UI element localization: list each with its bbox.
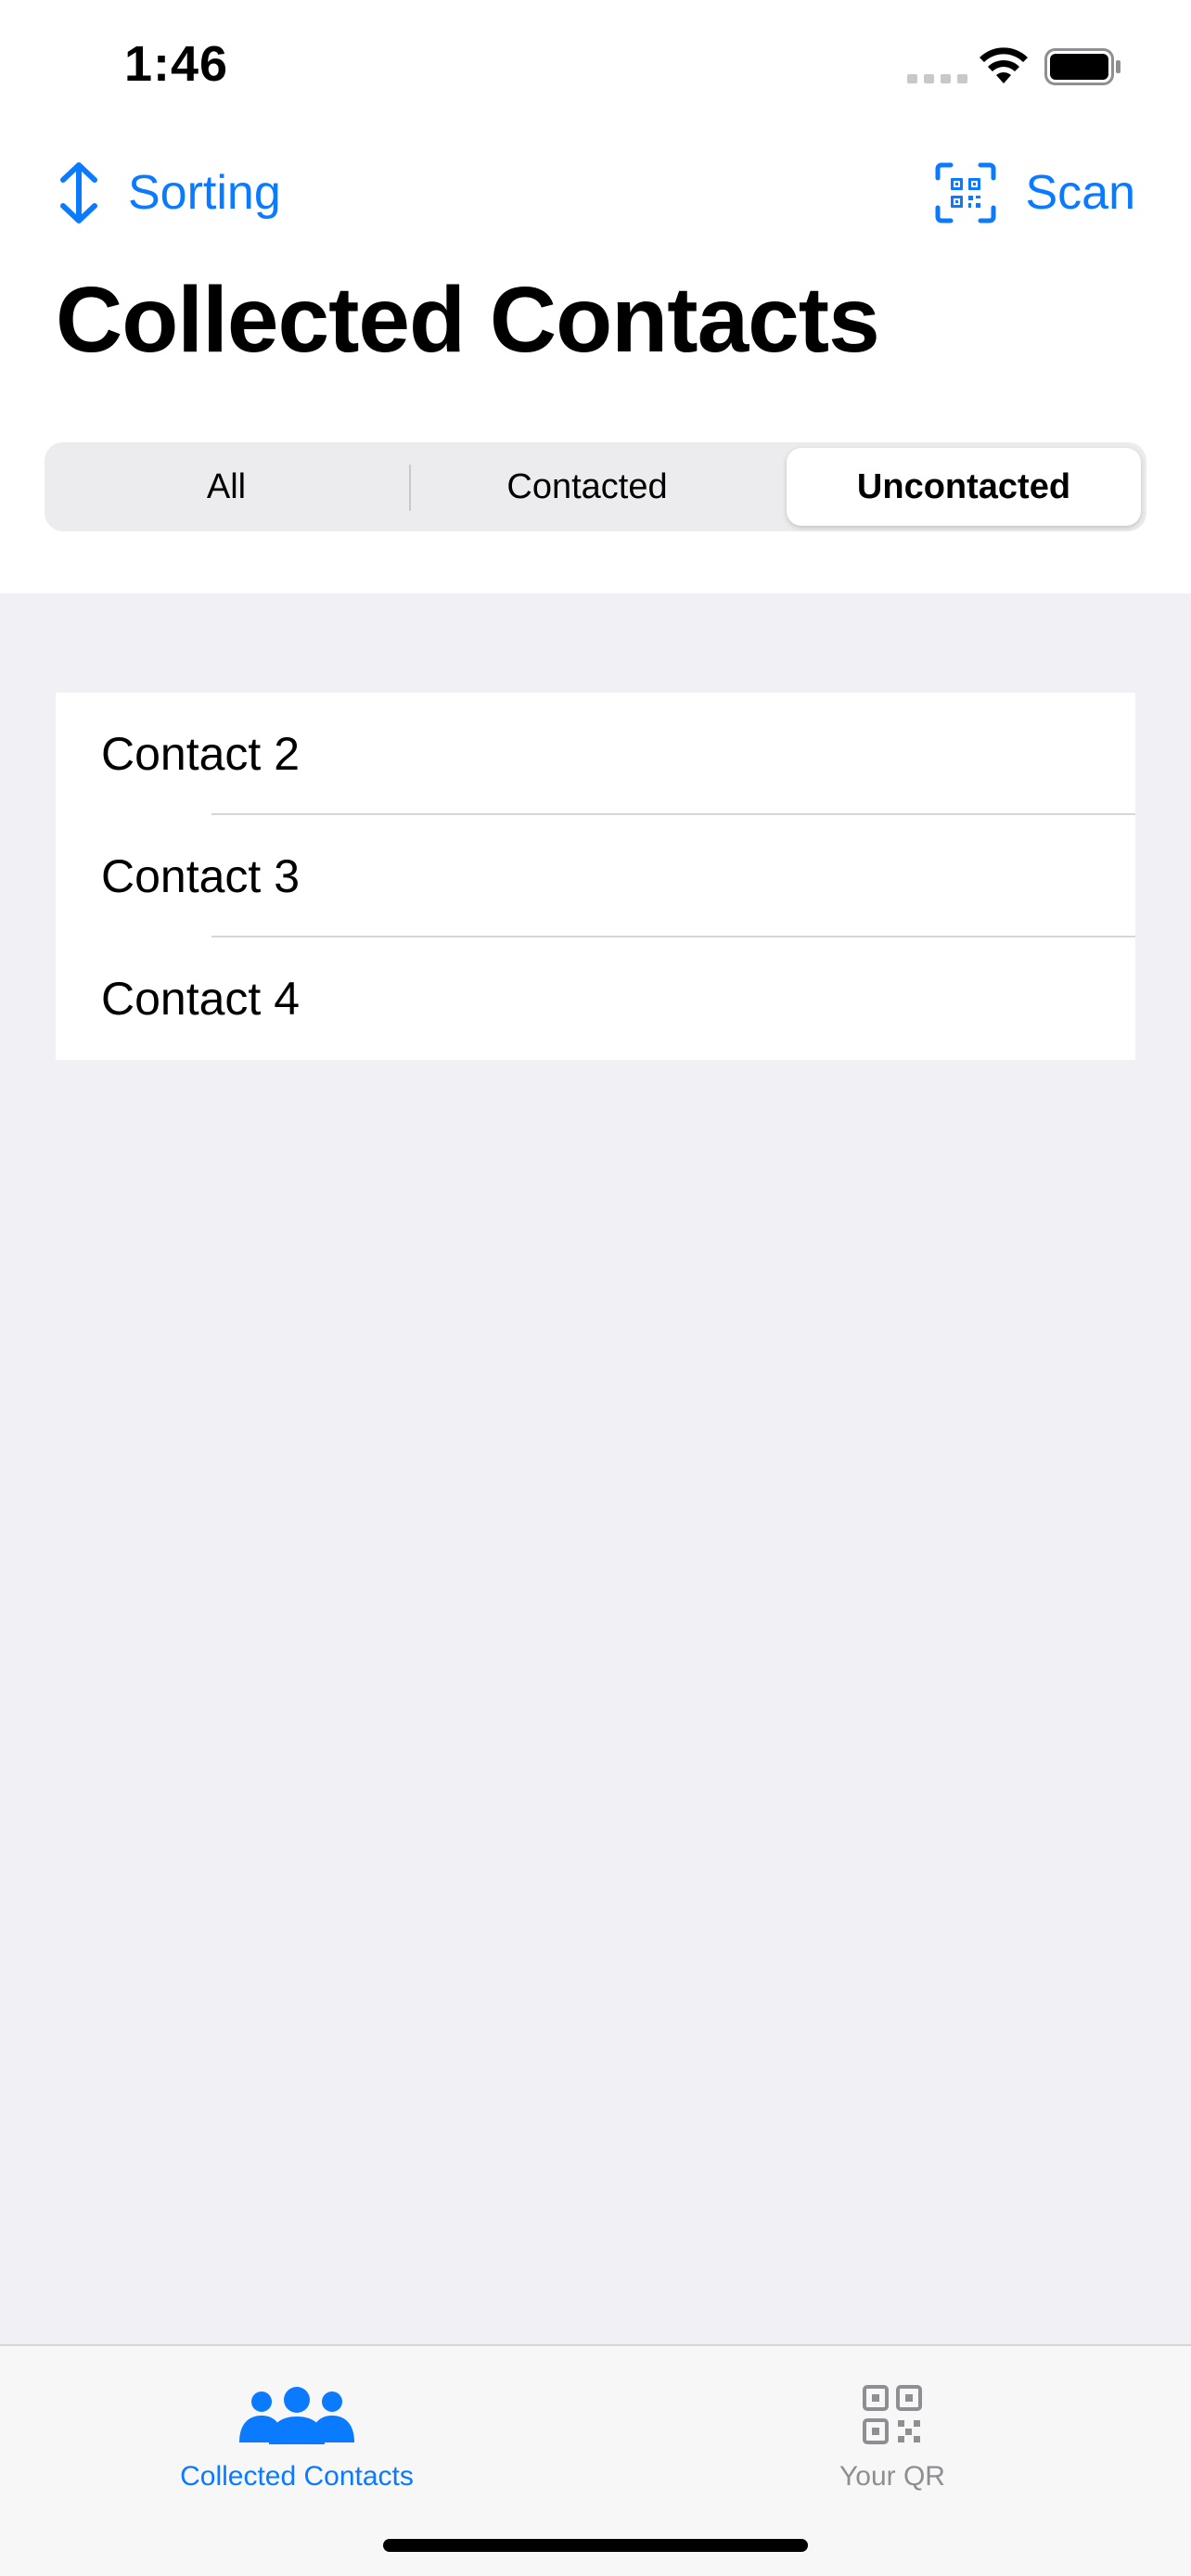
battery-icon bbox=[1044, 48, 1121, 85]
page-title: Collected Contacts bbox=[56, 268, 880, 372]
wifi-icon bbox=[980, 47, 1028, 83]
contact-name: Contact 4 bbox=[101, 973, 301, 1025]
qr-scan-icon bbox=[935, 162, 996, 223]
scan-label: Scan bbox=[1025, 166, 1135, 220]
segment-contacted[interactable]: Contacted bbox=[406, 448, 768, 526]
tab-label: Your QR bbox=[839, 2461, 945, 2492]
sorting-button[interactable]: Sorting bbox=[54, 158, 281, 228]
people-icon bbox=[239, 2387, 354, 2444]
app-screen: 1:46 Sorting Scan Collected Contacts All… bbox=[0, 0, 1191, 2576]
scan-button[interactable]: Scan bbox=[934, 158, 1135, 228]
segmented-control: All Contacted Uncontacted bbox=[45, 442, 1146, 531]
contact-name: Contact 2 bbox=[101, 728, 301, 780]
sort-arrows-icon bbox=[60, 162, 97, 223]
cellular-signal-icon bbox=[907, 74, 967, 83]
qr-code-icon bbox=[863, 2385, 922, 2444]
segment-uncontacted[interactable]: Uncontacted bbox=[787, 448, 1141, 526]
list-item[interactable]: Contact 2 bbox=[56, 693, 1135, 815]
list-item[interactable]: Contact 4 bbox=[56, 937, 1135, 1060]
tab-label: Collected Contacts bbox=[180, 2461, 414, 2492]
sorting-label: Sorting bbox=[128, 166, 281, 220]
contacts-list: Contact 2 Contact 3 Contact 4 bbox=[56, 693, 1135, 1060]
tab-collected-contacts[interactable]: Collected Contacts bbox=[111, 2374, 482, 2493]
status-time: 1:46 bbox=[124, 36, 229, 92]
tab-your-qr[interactable]: Your QR bbox=[707, 2374, 1078, 2493]
home-indicator[interactable] bbox=[383, 2539, 808, 2552]
contact-name: Contact 3 bbox=[101, 850, 301, 902]
segment-all[interactable]: All bbox=[50, 448, 403, 526]
list-item[interactable]: Contact 3 bbox=[56, 815, 1135, 937]
